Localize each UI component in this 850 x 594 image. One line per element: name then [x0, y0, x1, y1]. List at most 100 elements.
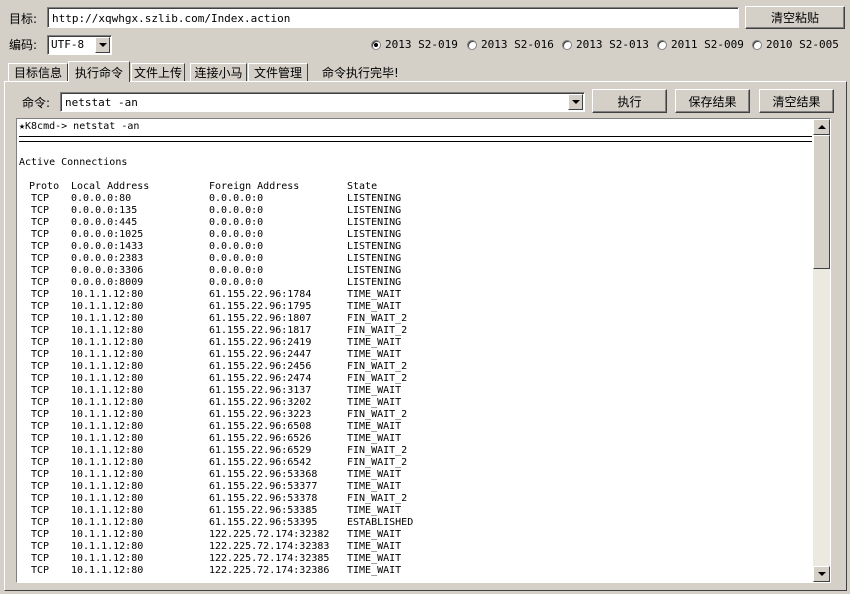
row-foreign-address: 61.155.22.96:1817 — [209, 325, 312, 336]
row-proto: TCP — [31, 229, 50, 240]
row-proto: TCP — [31, 289, 50, 300]
row-proto: TCP — [31, 457, 50, 468]
row-state: TIME_WAIT — [347, 505, 402, 516]
radio-circle-icon[interactable] — [562, 39, 572, 50]
row-proto: TCP — [31, 193, 50, 204]
row-foreign-address: 0.0.0.0:0 — [209, 277, 264, 288]
row-proto: TCP — [31, 541, 50, 552]
vertical-scrollbar[interactable] — [813, 119, 830, 582]
version-radio-label: 2013 S2-016 — [481, 38, 554, 51]
clear-paste-button[interactable]: 清空粘贴 — [745, 6, 845, 29]
row-local-address: 10.1.1.12:80 — [71, 361, 144, 372]
table-row: TCP 10.1.1.12:80 61.155.22.96:3137 TIME_WAI… — [19, 385, 812, 397]
chevron-down-icon[interactable] — [568, 94, 583, 110]
row-state: TIME_WAIT — [347, 553, 402, 564]
row-state: LISTENING — [347, 253, 402, 264]
row-state: FIN_WAIT_2 — [347, 445, 408, 456]
row-local-address: 10.1.1.12:80 — [71, 421, 144, 432]
radio-circle-icon[interactable] — [657, 39, 667, 50]
tab-3[interactable]: 连接小马 — [190, 63, 247, 81]
row-foreign-address: 0.0.0.0:0 — [209, 193, 264, 204]
row-foreign-address: 122.225.72.174:32385 — [209, 553, 330, 564]
output-divider — [19, 136, 812, 142]
row-local-address: 10.1.1.12:80 — [71, 337, 144, 348]
radio-circle-icon[interactable] — [752, 39, 762, 50]
row-state: LISTENING — [347, 241, 402, 252]
row-foreign-address: 0.0.0.0:0 — [209, 205, 264, 216]
row-local-address: 10.1.1.12:80 — [71, 457, 144, 468]
row-local-address: 10.1.1.12:80 — [71, 529, 144, 540]
row-local-address: 10.1.1.12:80 — [71, 445, 144, 456]
row-proto: TCP — [31, 409, 50, 420]
row-state: LISTENING — [347, 265, 402, 276]
row-local-address: 10.1.1.12:80 — [71, 325, 144, 336]
version-radio-label: 2010 S2-005 — [766, 38, 839, 51]
row-state: ESTABLISHED — [347, 517, 414, 528]
row-local-address: 0.0.0.0:2383 — [71, 253, 144, 264]
target-url-field[interactable] — [47, 7, 739, 28]
tab-4[interactable]: 文件管理 — [248, 63, 308, 81]
row-state: TIME_WAIT — [347, 529, 402, 540]
table-row: TCP 10.1.1.12:80 61.155.22.96:53378 FIN_WAI… — [19, 493, 812, 505]
execute-button[interactable]: 执行 — [592, 89, 667, 113]
output-textarea[interactable]: ★K8cmd-> netstat -an Active Connections … — [16, 118, 831, 583]
version-radio-1[interactable]: 2013 S2-016 — [467, 38, 554, 51]
table-row: TCP 10.1.1.12:80 61.155.22.96:1817 FIN_WAIT… — [19, 325, 812, 337]
row-proto: TCP — [31, 373, 50, 384]
row-foreign-address: 61.155.22.96:2447 — [209, 349, 312, 360]
scrollbar-thumb[interactable] — [813, 135, 830, 269]
radio-circle-icon[interactable] — [371, 39, 381, 50]
row-local-address: 10.1.1.12:80 — [71, 433, 144, 444]
output-column-header: Proto Local Address Foreign Address Stat… — [19, 181, 812, 193]
row-proto: TCP — [31, 385, 50, 396]
table-row: TCP 10.1.1.12:80 61.155.22.96:2419 TIME_WAI… — [19, 337, 812, 349]
tab-2[interactable]: 文件上传 — [131, 63, 185, 81]
table-row: TCP 10.1.1.12:80 61.155.22.96:3202 TIME_WAI… — [19, 397, 812, 409]
row-state: TIME_WAIT — [347, 565, 402, 576]
command-label: 命令: — [22, 96, 51, 110]
row-foreign-address: 61.155.22.96:1795 — [209, 301, 312, 312]
tab-1[interactable]: 执行命令 — [68, 61, 130, 82]
row-state: FIN_WAIT_2 — [347, 325, 408, 336]
row-local-address: 0.0.0.0:1433 — [71, 241, 144, 252]
row-state: TIME_WAIT — [347, 469, 402, 480]
row-state: TIME_WAIT — [347, 289, 402, 300]
version-radio-0[interactable]: 2013 S2-019 — [371, 38, 458, 51]
table-row: TCP 0.0.0.0:135 0.0.0.0:0 LISTENING — [19, 205, 812, 217]
row-foreign-address: 0.0.0.0:0 — [209, 217, 264, 228]
row-proto: TCP — [31, 421, 50, 432]
row-local-address: 0.0.0.0:1025 — [71, 229, 144, 240]
row-proto: TCP — [31, 277, 50, 288]
target-url-input[interactable] — [52, 11, 734, 25]
arrow-up-icon[interactable] — [813, 119, 830, 135]
row-proto: TCP — [31, 445, 50, 456]
table-row: TCP 10.1.1.12:80 61.155.22.96:6508 TIME_WAI… — [19, 421, 812, 433]
row-foreign-address: 0.0.0.0:0 — [209, 229, 264, 240]
version-radio-3[interactable]: 2011 S2-009 — [657, 38, 744, 51]
clear-result-button[interactable]: 清空结果 — [759, 89, 834, 113]
row-foreign-address: 61.155.22.96:53385 — [209, 505, 318, 516]
tab-0[interactable]: 目标信息 — [8, 63, 68, 81]
command-input[interactable] — [65, 95, 565, 109]
table-row: TCP 10.1.1.12:80 61.155.22.96:3223 FIN_WAIT… — [19, 409, 812, 421]
command-combobox[interactable] — [60, 92, 585, 112]
row-local-address: 10.1.1.12:80 — [71, 409, 144, 420]
row-foreign-address: 0.0.0.0:0 — [209, 241, 264, 252]
arrow-down-icon[interactable] — [813, 566, 830, 582]
row-foreign-address: 0.0.0.0:0 — [209, 253, 264, 264]
row-proto: TCP — [31, 433, 50, 444]
table-row: TCP 0.0.0.0:3306 0.0.0.0:0 LISTENING — [19, 265, 812, 277]
save-result-button[interactable]: 保存结果 — [675, 89, 750, 113]
row-foreign-address: 61.155.22.96:2456 — [209, 361, 312, 372]
encoding-label: 编码: — [9, 38, 38, 52]
encoding-select[interactable]: UTF-8 — [47, 35, 112, 55]
row-foreign-address: 61.155.22.96:6526 — [209, 433, 312, 444]
row-foreign-address: 61.155.22.96:3202 — [209, 397, 312, 408]
radio-circle-icon[interactable] — [467, 39, 477, 50]
row-state: LISTENING — [347, 193, 402, 204]
row-proto: TCP — [31, 361, 50, 372]
chevron-down-icon[interactable] — [95, 37, 110, 53]
version-radio-2[interactable]: 2013 S2-013 — [562, 38, 649, 51]
table-row: TCP 10.1.1.12:80 61.155.22.96:2474 FIN_WAIT… — [19, 373, 812, 385]
version-radio-4[interactable]: 2010 S2-005 — [752, 38, 839, 51]
